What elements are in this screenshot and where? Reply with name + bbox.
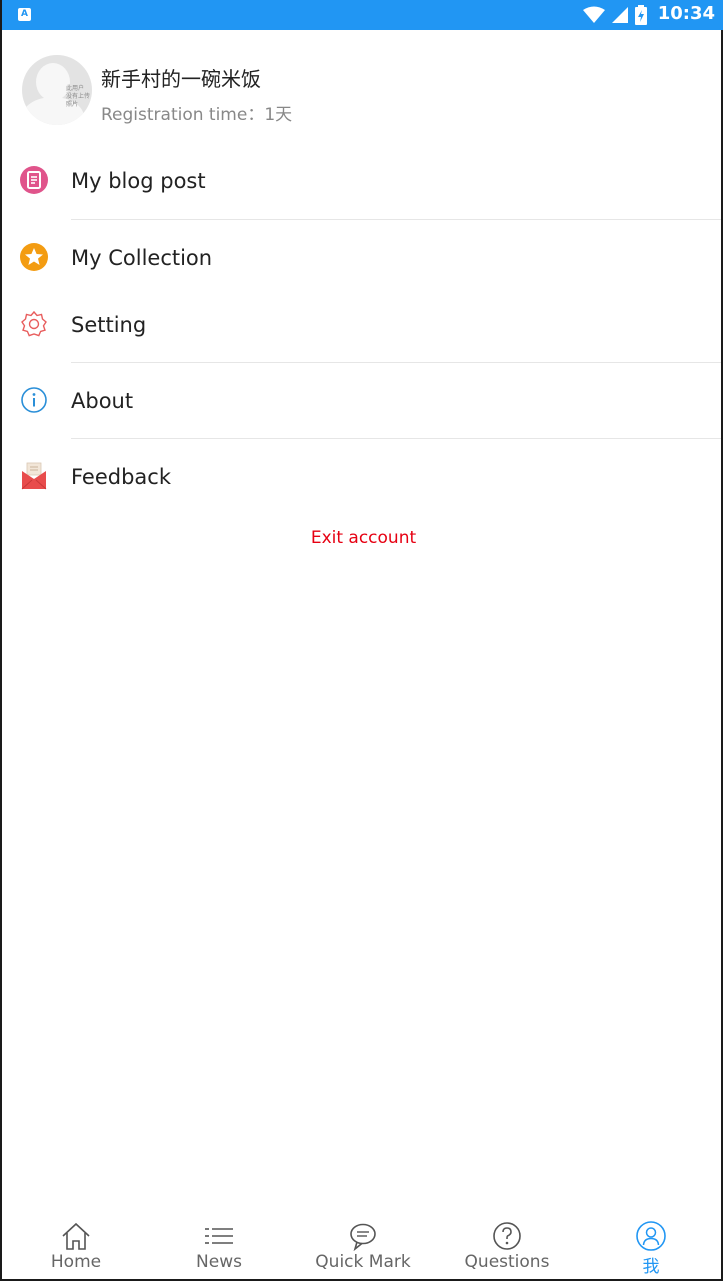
profile-header[interactable]: 此用户 没有上传 照片 新手村的一碗米饭 Registration time：1天: [2, 30, 723, 142]
question-icon: [493, 1222, 521, 1250]
menu-label: My blog post: [71, 169, 206, 193]
tab-label: News: [196, 1252, 242, 1272]
user-icon: [636, 1221, 666, 1251]
gear-icon: [21, 310, 47, 337]
app-badge-icon: A: [18, 8, 31, 21]
system-icons: [583, 5, 647, 25]
avatar[interactable]: 此用户 没有上传 照片: [22, 55, 92, 125]
home-icon: [62, 1222, 90, 1250]
info-icon: [21, 387, 47, 413]
signal-icon: [612, 7, 628, 23]
tab-label: 我: [642, 1257, 660, 1277]
status-clock: 10:34: [657, 3, 715, 24]
status-bar: A 10:34: [2, 0, 723, 30]
menu-label: About: [71, 389, 134, 413]
chat-icon: [350, 1223, 376, 1251]
tab-questions[interactable]: Questions: [435, 1215, 579, 1279]
exit-account-button[interactable]: Exit account: [2, 528, 723, 548]
tab-news[interactable]: News: [147, 1215, 291, 1279]
star-icon: [20, 243, 48, 271]
wifi-icon: [583, 6, 605, 23]
tab-label: Questions: [464, 1252, 550, 1272]
tab-home[interactable]: Home: [4, 1215, 148, 1279]
menu-item-feedback[interactable]: Feedback: [2, 439, 723, 515]
battery-icon: [635, 5, 647, 25]
mail-icon: [21, 462, 47, 490]
tab-quick-mark[interactable]: Quick Mark: [291, 1215, 435, 1279]
menu-item-collection[interactable]: My Collection: [2, 220, 723, 296]
menu-item-about[interactable]: About: [2, 363, 723, 439]
tab-label: Quick Mark: [315, 1252, 411, 1272]
avatar-placeholder-text: 此用户 没有上传 照片: [65, 85, 90, 108]
tab-me[interactable]: 我: [579, 1215, 723, 1279]
menu-item-blog-post[interactable]: My blog post: [2, 144, 723, 220]
bottom-tab-bar: Home News Quick Mark Questions 我: [2, 1215, 723, 1279]
blog-post-icon: [20, 166, 48, 194]
tab-label: Home: [50, 1252, 102, 1272]
menu-label: Setting: [71, 313, 147, 337]
username: 新手村的一碗米饭: [101, 67, 261, 91]
menu-label: Feedback: [71, 465, 172, 489]
menu-item-setting[interactable]: Setting: [2, 287, 723, 363]
menu-label: My Collection: [71, 246, 213, 270]
list-icon: [205, 1228, 233, 1244]
registration-time: Registration time：1天: [101, 105, 293, 125]
